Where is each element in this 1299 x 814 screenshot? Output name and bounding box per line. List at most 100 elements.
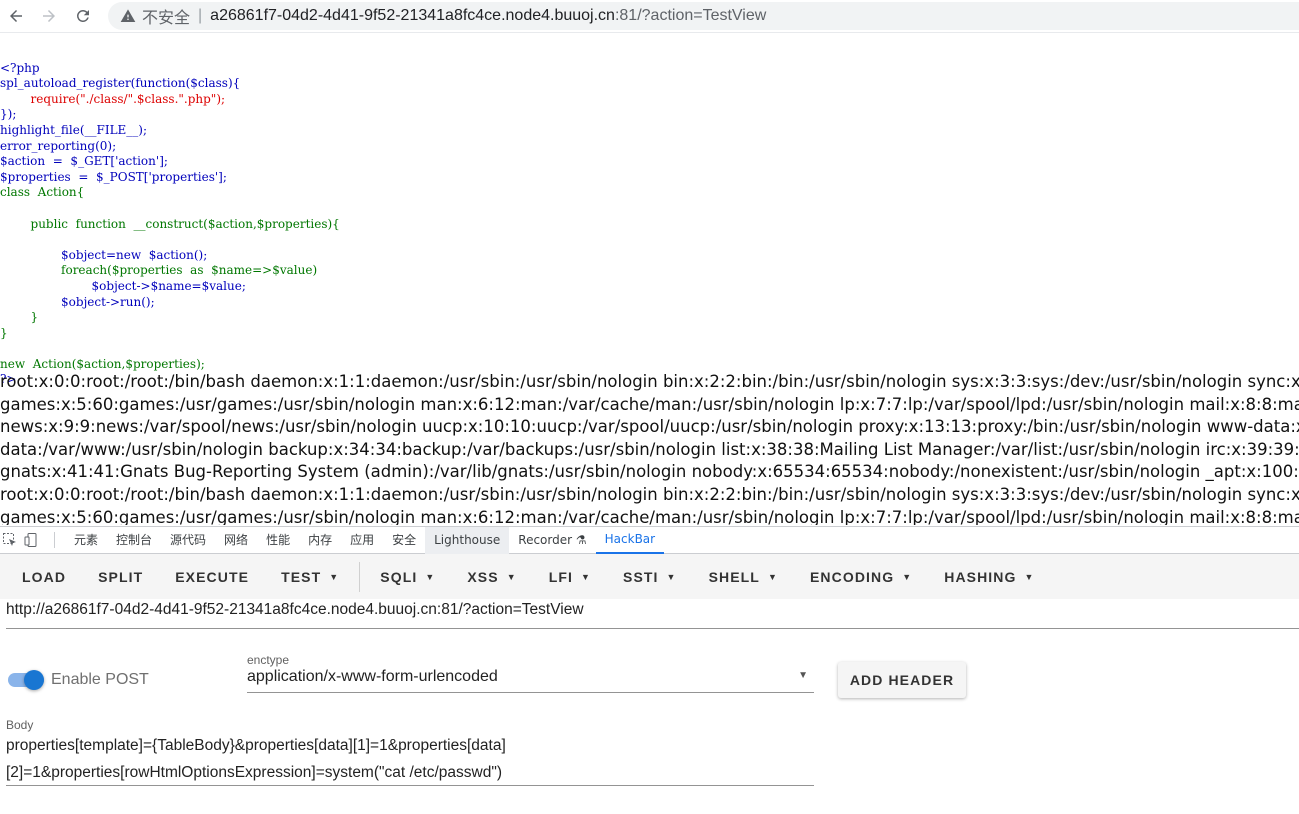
shell-label: SHELL <box>708 568 760 585</box>
code-line: new Action($action,$properties); <box>0 356 205 371</box>
code-line: spl_autoload_register(function($class){ <box>0 76 241 91</box>
code-line: }); <box>0 107 17 122</box>
code-line: require("./class/".$class.".php"); <box>0 91 226 106</box>
device-toolbar-icon[interactable] <box>24 532 40 548</box>
caret-down-icon: ▼ <box>506 571 517 582</box>
load-button[interactable]: LOAD <box>6 559 82 595</box>
enctype-value: application/x-www-form-urlencoded <box>247 668 498 685</box>
code-line: highlight_file(__FILE__); <box>0 122 148 137</box>
caret-down-icon: ▼ <box>666 571 677 582</box>
insecure-label: 不安全 <box>142 8 191 27</box>
hashing-menu[interactable]: HASHING ▼ <box>928 559 1050 595</box>
ssti-label: SSTI <box>623 568 659 585</box>
toolbar-divider <box>359 561 361 592</box>
hackbar-url-input[interactable]: http://a26861f7-04d2-4d41-9f52-21341a8fc… <box>6 599 1299 629</box>
enable-post-label: Enable POST <box>51 671 149 688</box>
caret-down-icon: ▼ <box>329 571 340 582</box>
caret-down-icon: ▼ <box>425 571 436 582</box>
test-label: TEST <box>281 568 322 585</box>
hashing-label: HASHING <box>944 568 1017 585</box>
tab-elements[interactable]: 元素 <box>65 527 107 554</box>
encoding-menu[interactable]: ENCODING ▼ <box>794 559 928 595</box>
address-bar[interactable]: 不安全 | a26861f7-04d2-4d41-9f52-21341a8fc4… <box>108 2 1299 30</box>
execute-button[interactable]: EXECUTE <box>159 559 265 595</box>
ssti-menu[interactable]: SSTI ▼ <box>607 559 693 595</box>
caret-down-icon: ▼ <box>581 571 592 582</box>
code-line: $object=new $action(); <box>0 247 208 262</box>
lfi-label: LFI <box>548 568 573 585</box>
code-line: } <box>0 325 8 340</box>
tab-network[interactable]: 网络 <box>215 527 257 554</box>
php-source-code: <?php spl_autoload_register(function($cl… <box>0 45 340 388</box>
execute-label: EXECUTE <box>175 568 250 585</box>
tab-lighthouse[interactable]: Lighthouse <box>425 526 510 554</box>
tab-hackbar[interactable]: HackBar <box>595 527 665 554</box>
test-menu[interactable]: TEST ▼ <box>265 559 355 595</box>
arrow-left-icon <box>10 10 22 22</box>
reload-icon <box>76 9 89 22</box>
output-line: games:x:5:60:games:/usr/games:/usr/sbin/… <box>0 394 1299 414</box>
code-line: public function __construct($action,$pro… <box>0 216 340 231</box>
load-label: LOAD <box>22 568 67 585</box>
code-line: $action = $_GET['action']; <box>0 154 168 169</box>
shell-menu[interactable]: SHELL ▼ <box>693 559 794 595</box>
toggle-thumb <box>24 670 44 690</box>
caret-down-icon: ▼ <box>767 571 778 582</box>
code-line: } <box>0 310 39 325</box>
body-textarea[interactable]: properties[template]={TableBody}&propert… <box>6 732 814 786</box>
caret-down-icon: ▼ <box>1024 571 1035 582</box>
arrow-right-icon <box>43 10 55 22</box>
tab-sources[interactable]: 源代码 <box>161 527 215 554</box>
split-label: SPLIT <box>98 568 144 585</box>
output-line: news:x:9:9:news:/var/spool/news:/usr/sbi… <box>0 417 1299 437</box>
page-content: <?php spl_autoload_register(function($cl… <box>0 33 1299 525</box>
url-path: :81/?action=TestView <box>614 7 767 24</box>
code-line: $object->run(); <box>0 294 155 309</box>
tab-security[interactable]: 安全 <box>383 527 425 554</box>
body-line: [2]=1&properties[rowHtmlOptionsExpressio… <box>6 764 502 781</box>
code-line: <?php <box>0 60 40 75</box>
hackbar-toolbar: LOAD SPLIT EXECUTE TEST ▼ SQLI ▼ XSS ▼ LFI ▼… <box>0 554 1299 599</box>
body-label: Body <box>6 718 34 732</box>
tab-performance[interactable]: 性能 <box>257 527 299 554</box>
back-button[interactable] <box>4 4 28 28</box>
output-line: gnats:x:41:41:Gnats Bug-Reporting System… <box>0 462 1299 482</box>
add-header-button[interactable]: ADD HEADER <box>838 662 966 698</box>
inspect-element-icon[interactable] <box>2 532 18 548</box>
tab-console[interactable]: 控制台 <box>107 527 161 554</box>
xss-label: XSS <box>467 568 499 585</box>
divider <box>54 532 55 548</box>
lfi-menu[interactable]: LFI ▼ <box>533 559 607 595</box>
tab-recorder[interactable]: Recorder ⚗ <box>509 527 595 554</box>
passwd-output: root:x:0:0:root:/root:/bin/bash daemon:x… <box>0 371 1299 525</box>
caret-down-icon: ▼ <box>798 670 808 681</box>
enctype-select[interactable]: application/x-www-form-urlencoded ▼ <box>247 668 814 693</box>
output-line: root:x:0:0:root:/root:/bin/bash daemon:x… <box>0 372 1299 391</box>
devtools-tab-bar: 元素 控制台 源代码 网络 性能 内存 应用 安全 Lighthouse Rec… <box>0 526 1299 554</box>
enctype-label: enctype <box>247 653 290 667</box>
tab-memory[interactable]: 内存 <box>299 527 341 554</box>
code-line: error_reporting(0); <box>0 138 117 153</box>
add-header-label: ADD HEADER <box>849 672 955 688</box>
code-line: class Action{ <box>0 185 85 200</box>
output-line: games:x:5:60:games:/usr/games:/usr/sbin/… <box>0 507 1299 525</box>
forward-button[interactable] <box>37 4 61 28</box>
browser-toolbar: 不安全 | a26861f7-04d2-4d41-9f52-21341a8fc4… <box>0 0 1299 33</box>
flask-icon: ⚗ <box>575 532 587 547</box>
sqli-menu[interactable]: SQLI ▼ <box>364 559 451 595</box>
tab-recorder-label: Recorder <box>518 532 573 547</box>
url-host: a26861f7-04d2-4d41-9f52-21341a8fc4ce.nod… <box>210 7 615 24</box>
code-line: foreach($properties as $name=>$value) <box>0 263 318 278</box>
sqli-label: SQLI <box>380 568 418 585</box>
tab-application[interactable]: 应用 <box>341 527 383 554</box>
output-line: data:/var/www:/usr/sbin/nologin backup:x… <box>0 439 1299 459</box>
xss-menu[interactable]: XSS ▼ <box>451 559 532 595</box>
encoding-label: ENCODING <box>809 568 895 585</box>
enable-post-toggle[interactable] <box>8 670 46 690</box>
code-line: $properties = $_POST['properties']; <box>0 169 227 184</box>
body-line: properties[template]={TableBody}&propert… <box>6 737 506 754</box>
split-button[interactable]: SPLIT <box>82 559 159 595</box>
caret-down-icon: ▼ <box>902 571 913 582</box>
output-line: root:x:0:0:root:/root:/bin/bash daemon:x… <box>0 484 1299 504</box>
reload-button[interactable] <box>71 4 95 28</box>
